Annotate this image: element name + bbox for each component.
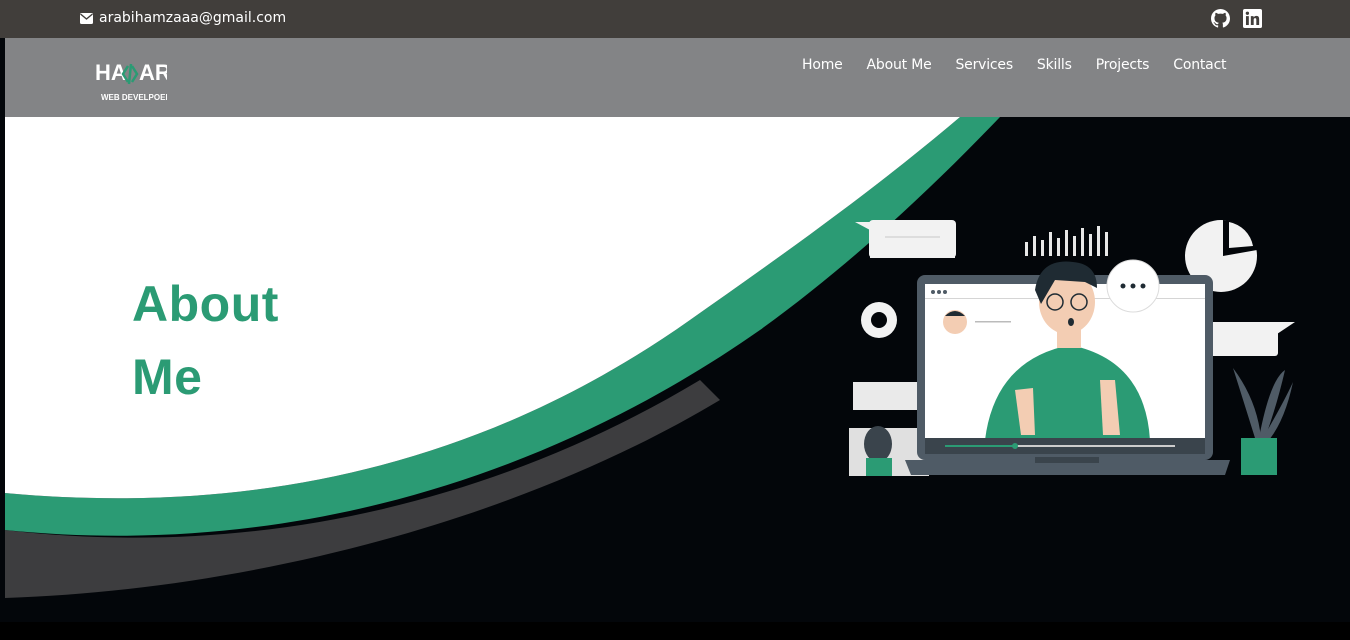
main-navbar: HA AR WEB DEVELPOER Home About Me Servic…	[5, 38, 1350, 117]
primary-nav: Home About Me Services Skills Projects C…	[790, 55, 1238, 75]
video-call-illustration	[849, 220, 1295, 476]
logo-text-left: HA	[95, 60, 127, 85]
speech-bubble-right	[1210, 322, 1278, 356]
bottom-strip	[0, 622, 1350, 640]
slash-icon	[127, 63, 133, 85]
mail-icon	[80, 12, 93, 24]
nav-contact[interactable]: Contact	[1161, 55, 1238, 75]
title-line-2: Me	[132, 349, 203, 405]
nav-home[interactable]: Home	[790, 55, 855, 75]
title-line-1: About	[132, 276, 279, 332]
nav-skills[interactable]: Skills	[1025, 55, 1084, 75]
email-text: arabihamzaaa@gmail.com	[99, 10, 287, 26]
github-link[interactable]	[1211, 9, 1230, 28]
email-link[interactable]: arabihamzaaa@gmail.com	[80, 10, 286, 26]
github-icon	[1211, 9, 1230, 28]
logo-text-right: AR	[139, 60, 167, 85]
logo-mark: HA AR WEB DEVELPOER	[95, 60, 171, 102]
linkedin-link[interactable]	[1243, 9, 1262, 28]
plant-icon	[1233, 368, 1293, 475]
page-title: About Me	[132, 268, 279, 414]
logo-subtitle: WEB DEVELPOER	[101, 93, 167, 102]
linkedin-icon	[1243, 9, 1262, 28]
nav-about-me[interactable]: About Me	[855, 55, 944, 75]
top-contact-bar: arabihamzaaa@gmail.com	[0, 0, 1350, 38]
page: arabihamzaaa@gmail.com HA AR WEB DEVELPO…	[0, 0, 1350, 640]
cactus-icon	[864, 426, 892, 476]
donut-icon	[861, 302, 897, 338]
nav-services[interactable]: Services	[943, 55, 1024, 75]
bar-graph-icon	[1025, 226, 1108, 256]
site-logo[interactable]: HA AR WEB DEVELPOER	[95, 56, 171, 108]
nav-projects[interactable]: Projects	[1084, 55, 1162, 75]
